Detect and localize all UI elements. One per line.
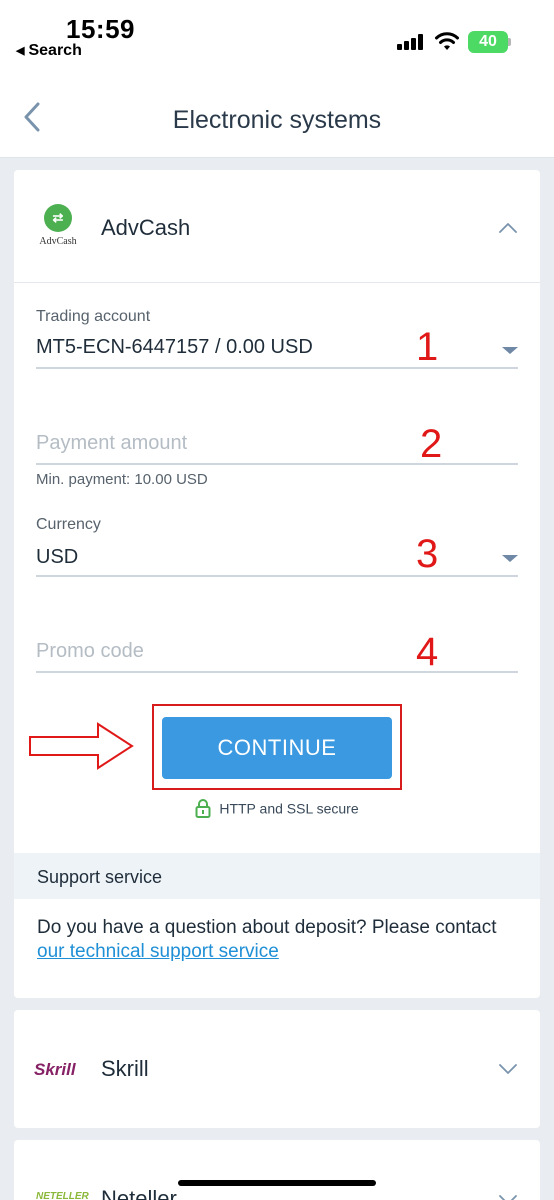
back-triangle-icon: ◀ — [16, 45, 25, 57]
advcash-card: ⇄ AdvCash AdvCash Trading account MT5-EC… — [14, 170, 540, 998]
page-title: Electronic systems — [172, 106, 382, 134]
support-section-header: Support service — [14, 853, 540, 899]
annotation-number-2: 2 — [420, 422, 443, 466]
secure-text: HTTP and SSL secure — [219, 800, 359, 817]
status-bar: 15:59 ◀ Search 40 — [0, 0, 554, 70]
skrill-card[interactable]: Skrill Skrill — [14, 1010, 540, 1128]
secure-notice: HTTP and SSL secure — [14, 799, 540, 820]
payment-amount-field[interactable]: Payment amount Min. payment: 10.00 USD — [36, 432, 518, 494]
currency-label: Currency — [36, 516, 101, 533]
annotation-arrow-icon — [29, 722, 134, 770]
min-payment-hint: Min. payment: 10.00 USD — [36, 471, 208, 488]
chevron-down-icon[interactable] — [498, 1063, 518, 1075]
app-header: Electronic systems — [0, 70, 554, 158]
trading-account-value: MT5-ECN-6447157 / 0.00 USD — [36, 336, 313, 358]
chevron-down-icon[interactable] — [498, 1194, 518, 1200]
lock-icon — [195, 799, 211, 818]
back-app-label: Search — [28, 42, 82, 59]
battery-nub — [508, 38, 511, 46]
neteller-card[interactable]: NETELLER Neteller — [14, 1140, 540, 1200]
field-underline — [36, 671, 518, 673]
support-link[interactable]: our technical support service — [37, 941, 279, 962]
annotation-number-3: 3 — [416, 532, 439, 576]
battery-icon: 40 — [468, 31, 508, 53]
neteller-name: Neteller — [101, 1186, 177, 1200]
support-message: Do you have a question about deposit? Pl… — [37, 917, 497, 938]
advcash-name: AdvCash — [101, 215, 191, 240]
support-title: Support service — [37, 867, 163, 887]
advcash-logo: ⇄ AdvCash — [36, 204, 80, 252]
currency-field[interactable]: Currency USD — [36, 516, 518, 578]
field-underline — [36, 575, 518, 577]
promo-code-placeholder: Promo code — [36, 640, 144, 662]
back-to-search-link[interactable]: ◀ Search — [16, 42, 82, 60]
payment-amount-placeholder: Payment amount — [36, 432, 188, 454]
continue-button[interactable]: CONTINUE — [162, 717, 392, 779]
annotation-number-1: 1 — [416, 325, 439, 369]
annotation-number-4: 4 — [416, 630, 439, 674]
trading-account-label: Trading account — [36, 308, 151, 325]
cellular-signal-icon — [397, 34, 423, 50]
dropdown-caret-icon — [502, 347, 518, 354]
chevron-up-icon[interactable] — [498, 222, 518, 234]
home-indicator — [178, 1180, 376, 1186]
dropdown-caret-icon — [502, 555, 518, 562]
advcash-method-row[interactable]: ⇄ AdvCash AdvCash — [14, 170, 540, 283]
skrill-logo: Skrill — [34, 1060, 76, 1079]
neteller-logo: NETELLER — [36, 1191, 89, 1200]
wifi-icon — [435, 32, 459, 50]
promo-code-field[interactable]: Promo code — [36, 640, 518, 674]
skrill-name: Skrill — [101, 1056, 149, 1081]
status-time: 15:59 — [66, 14, 135, 44]
field-underline — [36, 367, 518, 369]
support-text: Do you have a question about deposit? Pl… — [37, 916, 527, 964]
trading-account-field[interactable]: Trading account MT5-ECN-6447157 / 0.00 U… — [36, 308, 518, 370]
field-underline — [36, 463, 518, 465]
currency-value: USD — [36, 546, 79, 568]
